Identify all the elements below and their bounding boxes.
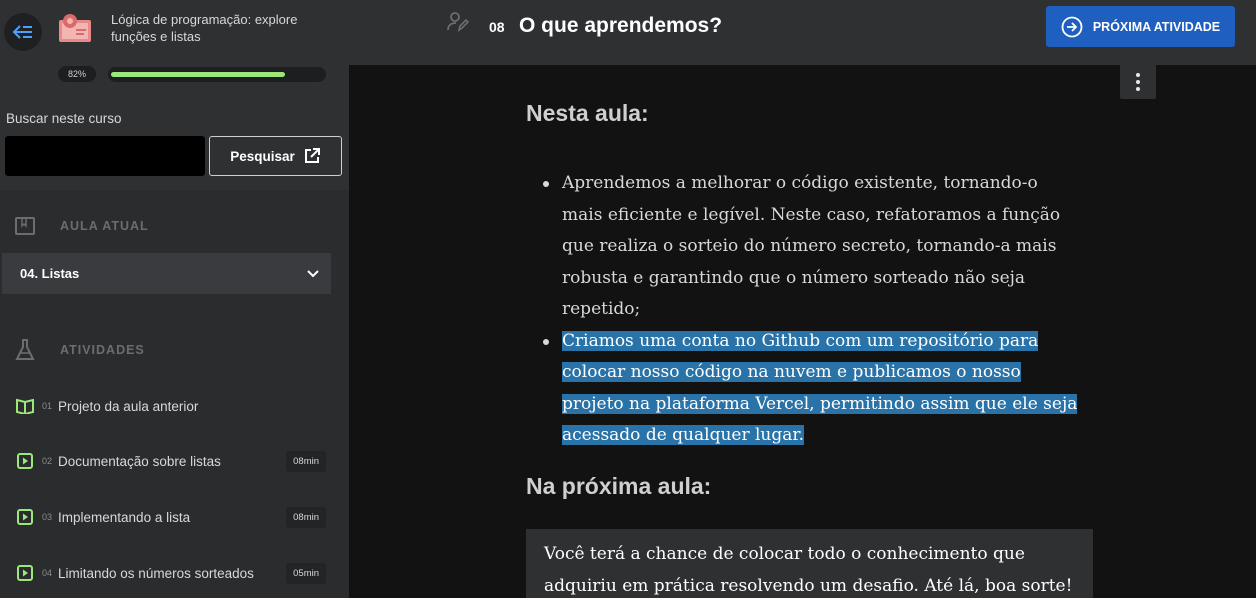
activity-number: 04 [42, 568, 53, 578]
activity-item[interactable]: 04 Limitando os números sorteados 05min [16, 561, 326, 585]
activity-label: Projeto da aula anterior [58, 398, 199, 414]
collapse-arrow-icon [12, 25, 32, 39]
activity-duration: 05min [286, 562, 326, 584]
next-activity-button[interactable]: PRÓXIMA ATIVIDADE [1046, 6, 1235, 47]
search-label: Buscar neste curso [6, 111, 122, 126]
edit-profile-icon[interactable] [447, 11, 469, 33]
arrow-right-circle-icon [1061, 16, 1083, 37]
external-link-icon [304, 148, 320, 163]
progress-fill [111, 72, 285, 77]
open-book-icon [16, 397, 34, 415]
activity-label: Documentação sobre listas [58, 453, 221, 469]
lesson-select-value: 04. Listas [20, 266, 80, 281]
course-title[interactable]: Lógica de programação: explore funções e… [111, 11, 331, 45]
current-lesson-header: AULA ATUAL [14, 216, 149, 236]
lesson-select[interactable]: 04. Listas [2, 253, 331, 294]
course-thumbnail [56, 12, 94, 46]
activity-duration: 08min [286, 506, 326, 528]
activity-number: 03 [42, 512, 53, 522]
activities-heading: ATIVIDADES [60, 343, 145, 357]
next-activity-label: PRÓXIMA ATIVIDADE [1092, 19, 1221, 34]
activity-item[interactable]: 02 Documentação sobre listas 08min [16, 449, 326, 473]
activity-label: Implementando a lista [58, 509, 191, 525]
current-lesson-heading: AULA ATUAL [60, 219, 149, 233]
next-lesson-callout: Você terá a chance de colocar todo o con… [526, 529, 1093, 598]
page-title: O que aprendemos? [519, 14, 723, 37]
bullet-text: Aprendemos a melhorar o código existente… [562, 173, 1061, 319]
sidebar-header: Lógica de programação: explore funções e… [0, 0, 349, 190]
lesson-topbar: 08 O que aprendemos? PRÓXIMA ATIVIDADE [349, 0, 1256, 65]
activity-item[interactable]: 01 Projeto da aula anterior [16, 394, 326, 418]
progress-percent: 82% [58, 66, 96, 82]
play-icon [16, 564, 34, 582]
activity-number: 02 [42, 456, 53, 466]
more-dots-icon [1136, 72, 1140, 77]
course-logo-icon [59, 14, 91, 42]
course-progress-bar [108, 67, 326, 82]
list-item: Criamos uma conta no Github com um repos… [543, 326, 1083, 452]
play-icon [16, 508, 34, 526]
sidebar: Lógica de programação: explore funções e… [0, 0, 349, 598]
activity-item[interactable]: 03 Implementando a lista 08min [16, 505, 326, 529]
more-options-button[interactable] [1120, 64, 1156, 99]
search-input[interactable] [5, 136, 205, 176]
summary-list: Aprendemos a melhorar o código existente… [543, 168, 1083, 452]
activities-header: ATIVIDADES [14, 338, 145, 362]
flask-icon [15, 339, 35, 360]
activity-duration: 08min [286, 450, 326, 472]
search-button-label: Pesquisar [230, 148, 295, 164]
chevron-down-icon [307, 269, 319, 277]
activity-number: 01 [42, 401, 53, 411]
section-title-next-lesson: Na próxima aula: [526, 473, 712, 499]
search-button[interactable]: Pesquisar [209, 136, 342, 176]
section-title-this-lesson: Nesta aula: [526, 100, 649, 126]
play-icon [16, 452, 34, 470]
back-button[interactable] [4, 13, 42, 51]
list-item: Aprendemos a melhorar o código existente… [543, 168, 1083, 326]
highlighted-text[interactable]: Criamos uma conta no Github com um repos… [562, 330, 1078, 445]
activity-label: Limitando os números sorteados [58, 565, 254, 581]
lesson-number: 08 [489, 19, 505, 35]
book-icon [15, 217, 35, 235]
lesson-content: Nesta aula: Aprendemos a melhorar o códi… [526, 100, 1106, 598]
